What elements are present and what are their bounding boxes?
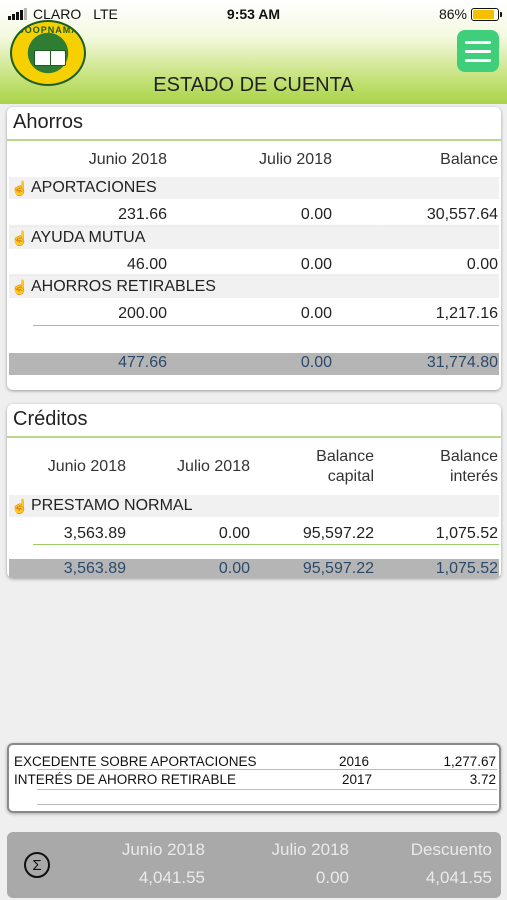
column-header-julio: Julio 2018 xyxy=(177,458,250,475)
column-header-balance: Balance xyxy=(440,151,498,168)
ahorros-total-row: 477.66 0.00 31,774.80 xyxy=(9,353,499,375)
value-julio: 0.00 xyxy=(300,206,332,223)
value-balance: 1,217.16 xyxy=(435,305,498,322)
interes-amount: 3.72 xyxy=(469,772,496,787)
pointer-hand-icon: ☝ xyxy=(11,497,29,514)
row-divider xyxy=(33,544,499,545)
summary-header-julio: Julio 2018 xyxy=(271,840,349,859)
column-header-junio: Junio 2018 xyxy=(47,458,126,475)
total-junio: 3,563.89 xyxy=(63,560,126,577)
total-balance-capital: 95,597.22 xyxy=(302,560,374,577)
column-header-balance-interes: Balance interés xyxy=(440,448,498,485)
book-icon xyxy=(34,50,66,66)
app-header: CLARO LTE 9:53 AM 86% COOPNAMA ESTADO DE… xyxy=(0,0,507,104)
value-julio: 0.00 xyxy=(300,256,332,273)
sigma-icon[interactable]: Σ xyxy=(24,852,50,878)
account-row-ayuda-mutua[interactable]: ☝ AYUDA MUTUA xyxy=(9,227,499,249)
row-divider xyxy=(37,804,497,805)
interes-label: INTERÉS DE AHORRO RETIRABLE xyxy=(14,772,237,787)
row-divider xyxy=(37,769,497,770)
total-julio: 0.00 xyxy=(300,354,332,371)
value-julio: 0.00 xyxy=(218,525,250,542)
interes-year: 2017 xyxy=(342,772,373,787)
value-balance: 0.00 xyxy=(466,256,498,273)
value-balance-capital: 95,597.22 xyxy=(302,525,374,542)
value-junio: 46.00 xyxy=(126,256,167,273)
column-header-balance-capital: Balance capital xyxy=(316,448,374,485)
ahorros-title: Ahorros xyxy=(7,107,501,141)
account-name: AHORROS RETIRABLES xyxy=(31,278,216,295)
pointer-hand-icon: ☝ xyxy=(11,179,29,196)
value-junio: 231.66 xyxy=(118,206,167,223)
value-balance-interes: 1,075.52 xyxy=(435,525,498,542)
excedente-amount: 1,277.67 xyxy=(443,754,496,769)
summary-value-julio: 0.00 xyxy=(315,868,349,887)
summary-header-junio: Junio 2018 xyxy=(121,840,205,859)
excedente-label: EXCEDENTE SOBRE APORTACIONES xyxy=(14,754,257,769)
excedente-year: 2016 xyxy=(339,754,370,769)
value-junio: 3,563.89 xyxy=(63,525,126,542)
total-julio: 0.00 xyxy=(218,560,250,577)
summary-header-descuento: Descuento xyxy=(410,840,492,859)
summary-bar: Σ Junio 2018 Julio 2018 Descuento 4,041.… xyxy=(7,832,501,898)
excedentes-box: EXCEDENTE SOBRE APORTACIONES 2016 1,277.… xyxy=(7,743,501,813)
creditos-total-row: 3,563.89 0.00 95,597.22 1,075.52 xyxy=(9,559,499,578)
total-junio: 477.66 xyxy=(118,354,167,371)
summary-value-junio: 4,041.55 xyxy=(138,868,205,887)
row-divider xyxy=(37,789,497,790)
value-julio: 0.00 xyxy=(300,305,332,322)
status-bar: CLARO LTE 9:53 AM 86% xyxy=(0,4,507,24)
loan-name: PRESTAMO NORMAL xyxy=(31,497,193,514)
account-row-aportaciones[interactable]: ☝ APORTACIONES xyxy=(9,177,499,199)
row-divider xyxy=(33,325,499,326)
pointer-hand-icon: ☝ xyxy=(11,278,29,295)
account-row-ahorros-retirables[interactable]: ☝ AHORROS RETIRABLES xyxy=(9,276,499,298)
summary-value-descuento: 4,041.55 xyxy=(425,868,492,887)
total-balance: 31,774.80 xyxy=(426,354,498,371)
loan-row-prestamo-normal[interactable]: ☝ PRESTAMO NORMAL xyxy=(9,495,499,517)
battery-icon xyxy=(471,7,502,21)
column-header-junio: Junio 2018 xyxy=(88,151,167,168)
status-time: 9:53 AM xyxy=(226,6,281,22)
pointer-hand-icon: ☝ xyxy=(11,229,29,246)
creditos-card: Créditos Junio 2018 Julio 2018 Balance ca… xyxy=(7,404,501,578)
ahorros-card: Ahorros Junio 2018 Julio 2018 Balance ☝ … xyxy=(7,107,501,390)
page-title: ESTADO DE CUENTA xyxy=(153,74,354,96)
logo-text: COOPNAMA xyxy=(17,25,79,35)
hamburger-menu-icon[interactable] xyxy=(457,30,499,72)
creditos-title: Créditos xyxy=(7,404,501,438)
battery-percent: 86% xyxy=(438,6,467,22)
value-junio: 200.00 xyxy=(118,305,167,322)
account-name: APORTACIONES xyxy=(31,179,157,196)
account-name: AYUDA MUTUA xyxy=(31,229,146,246)
total-balance-interes: 1,075.52 xyxy=(435,560,498,577)
value-balance: 30,557.64 xyxy=(426,206,498,223)
column-header-julio: Julio 2018 xyxy=(259,151,332,168)
